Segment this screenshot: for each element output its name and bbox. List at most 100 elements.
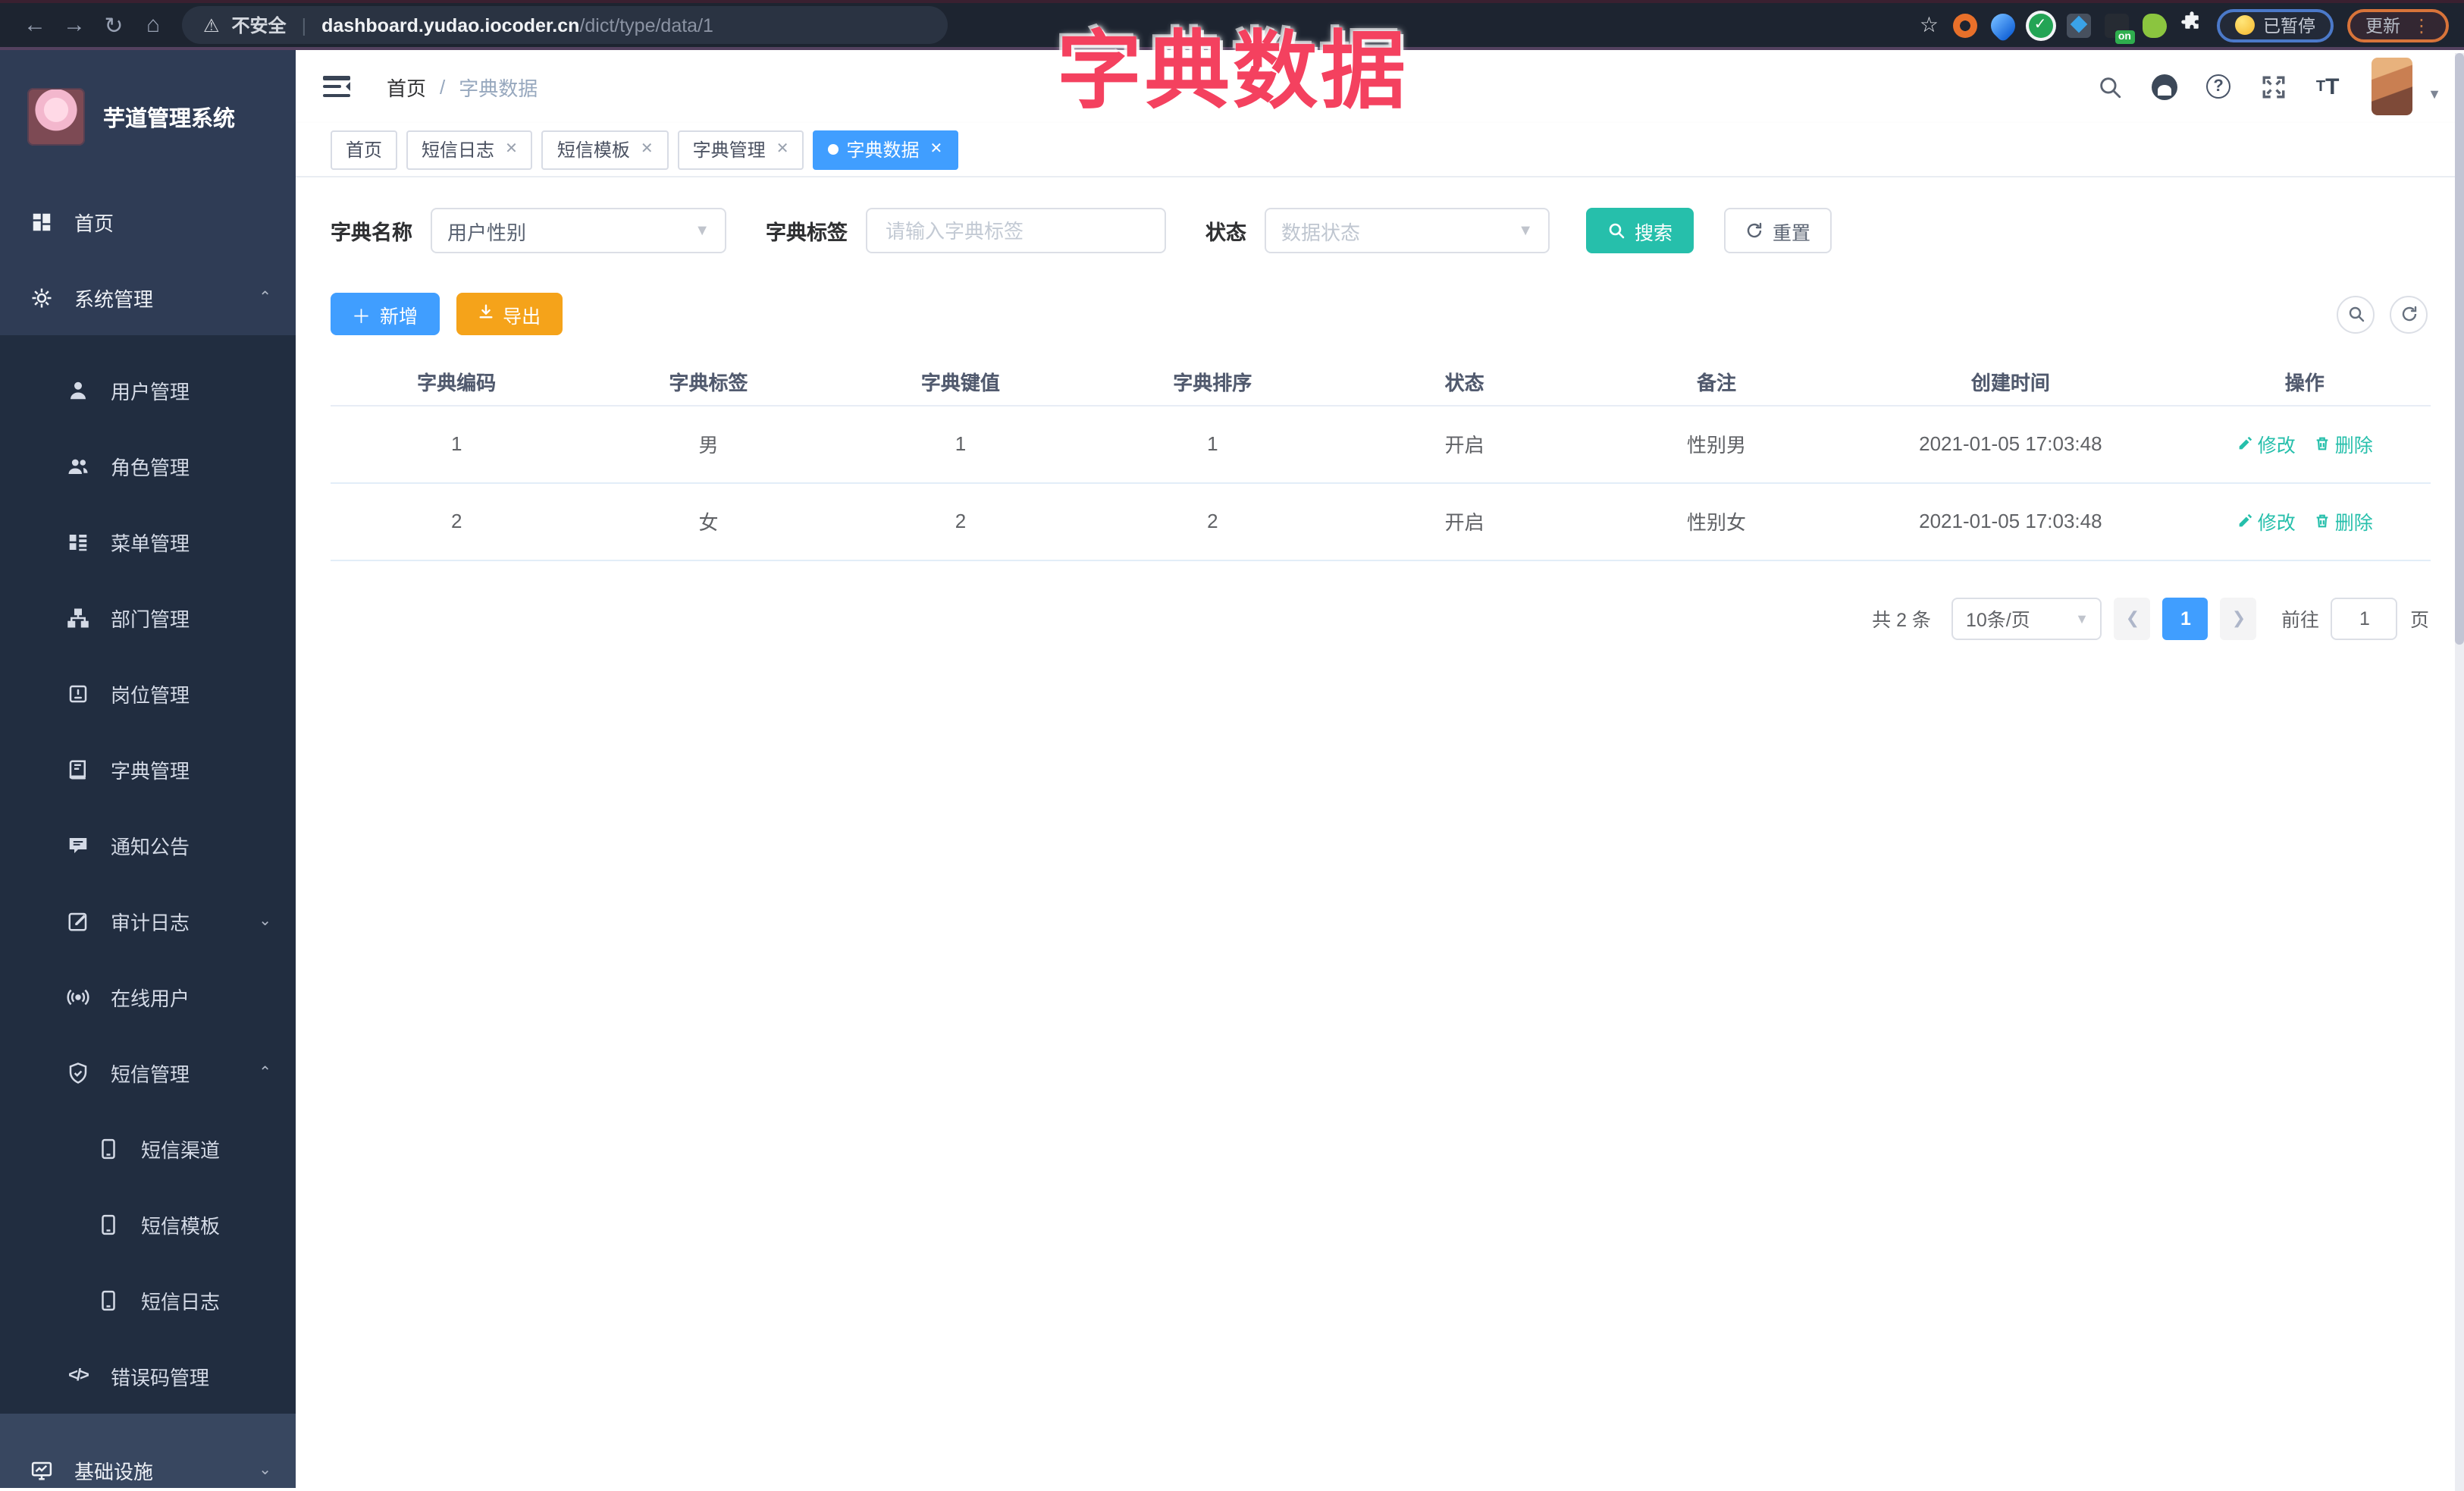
extension-icon[interactable]	[1952, 13, 1977, 37]
next-page-button[interactable]: ❯	[2220, 597, 2257, 639]
extension-switch-icon[interactable]: on	[2104, 13, 2134, 43]
gear-icon	[32, 287, 52, 307]
topbar-actions: ? TT ▼	[2089, 58, 2441, 115]
extension-check-icon[interactable]: ✓	[2028, 13, 2052, 37]
sidebar-fold-icon[interactable]	[323, 76, 350, 97]
sidebar-item-menus[interactable]: 菜单管理	[0, 504, 296, 579]
security-warning[interactable]: 不安全	[232, 12, 287, 38]
extension-leaf-icon[interactable]	[2142, 13, 2166, 37]
close-icon[interactable]: ✕	[641, 141, 654, 158]
close-icon[interactable]: ✕	[930, 141, 943, 158]
update-browser-button[interactable]: 更新 ⋮	[2347, 8, 2449, 42]
extension-chart-icon[interactable]	[2066, 13, 2090, 37]
download-icon	[477, 303, 494, 325]
search-icon[interactable]	[2089, 67, 2129, 106]
sidebar-item-sms[interactable]: 短信管理 ⌃	[0, 1034, 296, 1110]
refresh-table-button[interactable]	[2390, 295, 2428, 333]
breadcrumb-home[interactable]: 首页	[387, 72, 426, 101]
edit-link[interactable]: 修改	[2237, 507, 2296, 535]
sidebar-item-posts[interactable]: 岗位管理	[0, 655, 296, 731]
app-logo[interactable]: 芋道管理系统	[0, 50, 296, 184]
help-icon[interactable]: ?	[2199, 67, 2238, 106]
search-icon	[2348, 306, 2364, 322]
tab-home[interactable]: 首页	[331, 130, 398, 169]
sidebar-item-audit-log[interactable]: 审计日志 ⌄	[0, 883, 296, 959]
sidebar-item-sms-template[interactable]: 短信模板	[0, 1186, 296, 1262]
chevron-down-icon: ⌄	[259, 1461, 271, 1478]
avatar[interactable]	[2372, 58, 2413, 115]
extensions-puzzle-icon[interactable]	[2180, 10, 2202, 40]
export-button[interactable]: 导出	[456, 293, 563, 335]
kebab-menu-icon[interactable]: ⋮	[2412, 14, 2431, 36]
github-icon[interactable]	[2144, 67, 2183, 106]
sidebar-item-error-codes[interactable]: </> 错误码管理	[0, 1338, 296, 1414]
sidebar-item-departments[interactable]: 部门管理	[0, 579, 296, 655]
sidebar-item-label: 系统管理	[74, 287, 154, 310]
cell-value: 1	[834, 405, 1087, 483]
dashboard-icon	[33, 212, 51, 231]
back-icon[interactable]: ←	[15, 12, 55, 38]
forward-icon[interactable]: →	[55, 12, 94, 38]
sidebar-item-system[interactable]: 系统管理 ⌃	[0, 259, 296, 335]
reload-icon[interactable]: ↻	[94, 11, 133, 39]
breadcrumb-current: 字典数据	[459, 77, 538, 99]
fullscreen-icon[interactable]	[2253, 67, 2293, 106]
scrollbar-thumb[interactable]	[2455, 53, 2464, 645]
sidebar-item-online-users[interactable]: 在线用户	[0, 959, 296, 1034]
sidebar-item-label: 菜单管理	[111, 532, 190, 554]
prev-page-button[interactable]: ❮	[2114, 597, 2151, 639]
emoji-avatar-icon	[2234, 15, 2254, 35]
warning-icon: ⚠	[203, 14, 220, 36]
tab-sms-template[interactable]: 短信模板 ✕	[541, 130, 669, 169]
org-tree-icon	[67, 607, 89, 627]
tab-dict-manage[interactable]: 字典管理 ✕	[677, 130, 804, 169]
address-bar[interactable]: ⚠ 不安全 | dashboard.yudao.iocoder.cn/dict/…	[182, 6, 948, 44]
window-scrollbar[interactable]	[2455, 53, 2464, 1491]
sidebar-item-announcements[interactable]: 通知公告	[0, 807, 296, 883]
close-icon[interactable]: ✕	[776, 141, 789, 158]
search-button[interactable]: 搜索	[1586, 208, 1694, 253]
overlay-annotation-title: 字典数据	[1057, 23, 1409, 118]
bookmark-star-icon[interactable]: ☆	[1920, 12, 1939, 38]
sidebar-item-sms-log[interactable]: 短信日志	[0, 1262, 296, 1338]
chevron-down-icon[interactable]: ▼	[2428, 86, 2441, 102]
sidebar-item-roles[interactable]: 角色管理	[0, 428, 296, 504]
search-button-label: 搜索	[1635, 222, 1673, 243]
dict-name-select[interactable]: 用户性别 ▼	[431, 208, 726, 253]
sidebar-item-dictionary[interactable]: 字典管理	[0, 731, 296, 807]
profile-paused-chip[interactable]: 已暂停	[2216, 8, 2334, 42]
col-remark: 备注	[1590, 358, 1843, 406]
reset-button[interactable]: 重置	[1724, 208, 1832, 253]
dict-tag-input[interactable]	[882, 218, 1149, 243]
tab-sms-log[interactable]: 短信日志 ✕	[406, 130, 533, 169]
close-icon[interactable]: ✕	[505, 141, 518, 158]
goto-page-input[interactable]	[2331, 597, 2398, 639]
sidebar-item-label: 部门管理	[111, 607, 190, 630]
delete-link[interactable]: 删除	[2314, 429, 2373, 458]
edit-link[interactable]: 修改	[2237, 429, 2296, 458]
tab-dict-data[interactable]: 字典数据 ✕	[813, 130, 958, 169]
cell-sort: 1	[1086, 405, 1339, 483]
add-button[interactable]: ＋ 新增	[331, 293, 440, 335]
toggle-search-button[interactable]	[2337, 295, 2375, 333]
goto-unit: 页	[2409, 610, 2429, 631]
audit-log-icon	[68, 912, 87, 931]
url-text[interactable]: dashboard.yudao.iocoder.cn/dict/type/dat…	[321, 14, 713, 36]
cell-sort: 2	[1086, 482, 1339, 560]
status-select[interactable]: 数据状态 ▼	[1265, 208, 1550, 253]
sidebar-item-label: 短信管理	[111, 1063, 190, 1085]
page-number-1[interactable]: 1	[2162, 597, 2209, 639]
delete-link[interactable]: 删除	[2314, 507, 2373, 535]
sidebar-item-home[interactable]: 首页	[0, 184, 296, 259]
home-icon[interactable]: ⌂	[133, 12, 173, 38]
sidebar-item-sms-channel[interactable]: 短信渠道	[0, 1110, 296, 1186]
sidebar-item-users[interactable]: 用户管理	[0, 352, 296, 428]
phone-icon	[102, 1213, 115, 1235]
page-size-select[interactable]: 10条/页 ▼	[1951, 597, 2102, 639]
font-size-icon[interactable]: TT	[2308, 67, 2347, 106]
chrome-toolbar: ☆ ✓ on 已暂停 更新 ⋮	[1920, 8, 2449, 43]
extension-drop-icon[interactable]	[1985, 8, 2020, 42]
sidebar-item-label: 审计日志	[111, 911, 190, 934]
reset-button-label: 重置	[1773, 222, 1811, 243]
sidebar-item-infrastructure[interactable]: 基础设施 ⌄	[0, 1432, 296, 1488]
